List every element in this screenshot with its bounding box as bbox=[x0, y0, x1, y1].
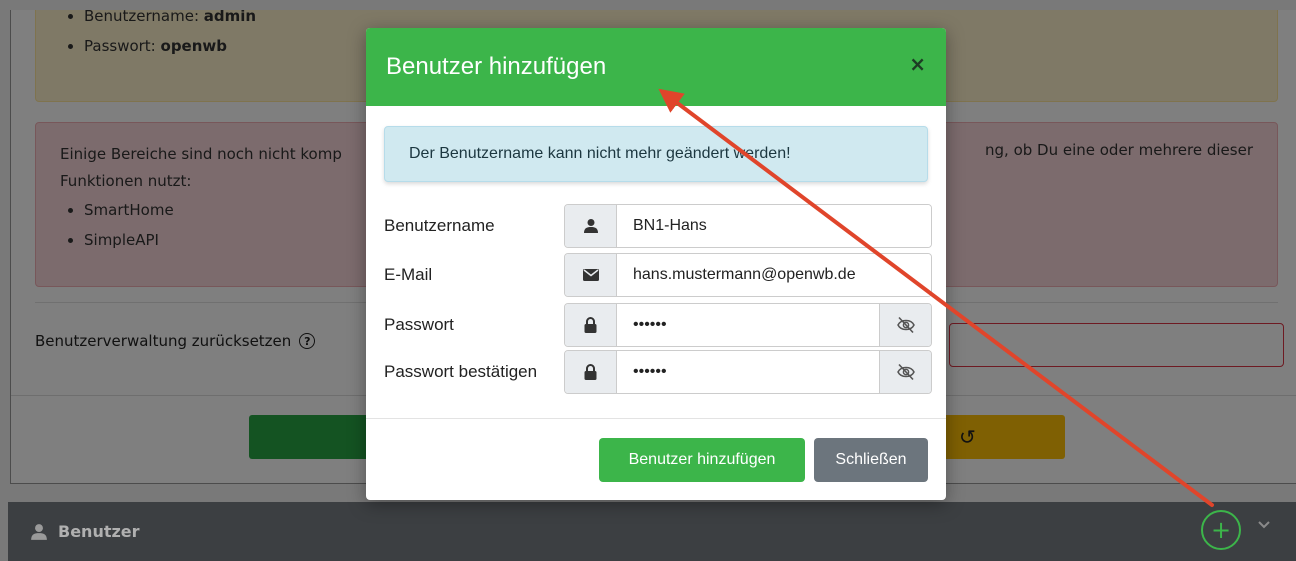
eye-slash-icon[interactable] bbox=[879, 351, 931, 393]
envelope-icon bbox=[565, 254, 617, 296]
add-user-button[interactable]: Benutzer hinzufügen bbox=[599, 438, 805, 482]
lock-icon bbox=[565, 304, 617, 346]
password-confirm-label: Passwort bestätigen bbox=[384, 362, 538, 381]
user-icon bbox=[31, 523, 47, 540]
username-label: Benutzername bbox=[384, 216, 495, 235]
close-button[interactable]: Schließen bbox=[814, 438, 928, 482]
password-confirm-row: Passwort bestätigen •••••• bbox=[384, 350, 932, 394]
email-row: E-Mail hans.mustermann@openwb.de bbox=[384, 253, 932, 297]
modal-title: Benutzer hinzufügen bbox=[386, 53, 607, 80]
password-input-group: •••••• bbox=[564, 303, 932, 347]
divider bbox=[366, 418, 946, 419]
lock-icon bbox=[565, 351, 617, 393]
email-label: E-Mail bbox=[384, 265, 433, 284]
username-row: Benutzername BN1-Hans bbox=[384, 204, 932, 248]
modal-header: Benutzer hinzufügen × bbox=[366, 28, 946, 106]
password-label: Passwort bbox=[384, 315, 454, 334]
password-row: Passwort •••••• bbox=[384, 303, 932, 347]
username-input-group: BN1-Hans bbox=[564, 204, 932, 248]
email-field[interactable]: hans.mustermann@openwb.de bbox=[617, 254, 931, 296]
section-title: Benutzer bbox=[58, 522, 140, 541]
chevron-down-icon[interactable] bbox=[1256, 517, 1272, 538]
password-confirm-input-group: •••••• bbox=[564, 350, 932, 394]
close-icon[interactable]: × bbox=[909, 52, 926, 76]
add-user-icon[interactable]: + bbox=[1201, 510, 1241, 550]
info-alert: Der Benutzername kann nicht mehr geänder… bbox=[384, 126, 928, 182]
eye-slash-icon[interactable] bbox=[879, 304, 931, 346]
email-input-group: hans.mustermann@openwb.de bbox=[564, 253, 932, 297]
password-confirm-field[interactable]: •••••• bbox=[617, 351, 879, 393]
password-field[interactable]: •••••• bbox=[617, 304, 879, 346]
username-field[interactable]: BN1-Hans bbox=[617, 205, 931, 247]
add-user-modal: Benutzer hinzufügen × Der Benutzername k… bbox=[366, 28, 946, 500]
user-icon bbox=[565, 205, 617, 247]
users-section-bar[interactable]: Benutzer bbox=[8, 502, 1296, 561]
